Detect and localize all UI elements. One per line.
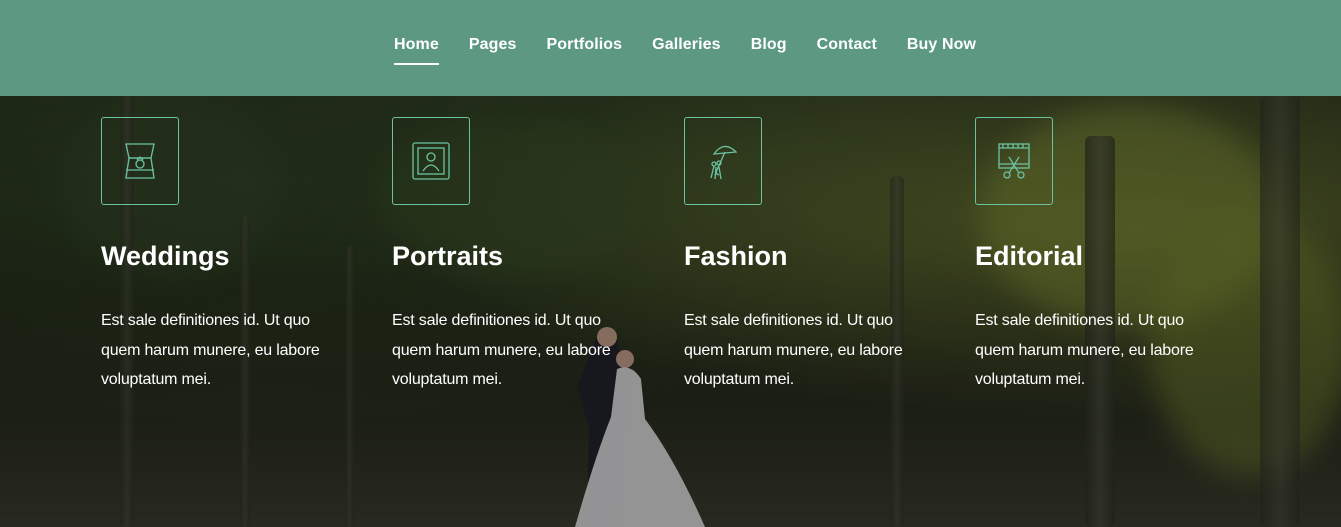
icon-frame	[392, 117, 470, 205]
icon-frame	[101, 117, 179, 205]
icon-frame	[684, 117, 762, 205]
service-title: Weddings	[101, 241, 230, 271]
umbrella-bouquet-icon	[710, 145, 738, 180]
service-card-portraits: Portraits Est sale definitiones id. Ut q…	[392, 117, 632, 395]
nav-item-galleries[interactable]: Galleries	[652, 36, 721, 60]
nav-item-home[interactable]: Home	[394, 36, 439, 65]
nav-item-pages[interactable]: Pages	[469, 36, 517, 60]
portrait-frame-icon	[412, 142, 450, 180]
service-description: Est sale definitiones id. Ut quo quem ha…	[684, 312, 903, 388]
nav-item-buy-now[interactable]: Buy Now	[907, 36, 976, 60]
nav-item-blog[interactable]: Blog	[751, 36, 787, 60]
service-title: Fashion	[684, 241, 788, 271]
nav-item-portfolios[interactable]: Portfolios	[547, 36, 623, 60]
service-card-editorial: Editorial Est sale definitiones id. Ut q…	[975, 117, 1215, 395]
service-title: Editorial	[975, 241, 1084, 271]
service-description: Est sale definitiones id. Ut quo quem ha…	[101, 312, 320, 388]
service-description: Est sale definitiones id. Ut quo quem ha…	[392, 312, 611, 388]
service-description: Est sale definitiones id. Ut quo quem ha…	[975, 312, 1194, 388]
icon-frame	[975, 117, 1053, 205]
ring-box-icon	[125, 143, 155, 179]
top-header: Home Pages Portfolios Galleries Blog Con…	[0, 0, 1341, 96]
service-card-weddings: Weddings Est sale definitiones id. Ut qu…	[101, 117, 341, 395]
service-card-fashion: Fashion Est sale definitiones id. Ut quo…	[684, 117, 924, 395]
nav-item-contact[interactable]: Contact	[817, 36, 877, 60]
film-scissors-icon	[998, 143, 1030, 179]
service-title: Portraits	[392, 241, 504, 271]
main-nav: Home Pages Portfolios Galleries Blog Con…	[394, 36, 1006, 65]
